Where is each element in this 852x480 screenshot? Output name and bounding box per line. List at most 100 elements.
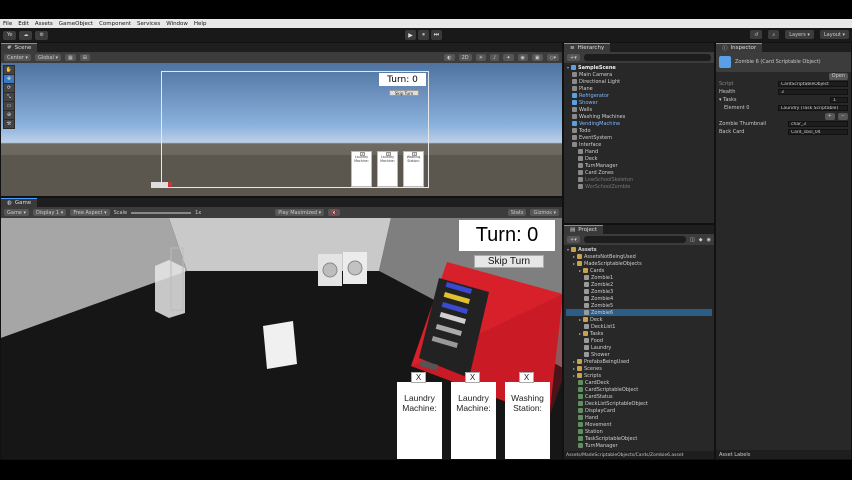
effects-toggle[interactable]: ✦ <box>503 54 514 61</box>
expand-arrow-icon[interactable]: ▸ <box>578 317 582 322</box>
gizmos-dropdown[interactable]: ◇▾ <box>546 54 559 61</box>
project-item[interactable]: Food <box>566 337 712 344</box>
menu-component[interactable]: Component <box>99 21 131 27</box>
project-item[interactable]: Zombie2 <box>566 281 712 288</box>
hierarchy-item[interactable]: Card Zones <box>566 169 712 176</box>
project-item[interactable]: ▸ Deck <box>566 316 712 323</box>
hidden-objects-toggle[interactable]: ◉ <box>517 54 528 61</box>
hierarchy-item[interactable]: Refrigerator <box>566 92 712 99</box>
menu-file[interactable]: File <box>3 21 12 27</box>
grid-snap-button[interactable]: ▦ <box>65 54 76 61</box>
project-item[interactable]: Zombie1 <box>566 274 712 281</box>
menu-services[interactable]: Services <box>137 21 160 27</box>
hierarchy-item[interactable]: Main Camera <box>566 71 712 78</box>
scene-card-close[interactable]: X <box>412 152 417 156</box>
project-item[interactable]: Station <box>566 428 712 435</box>
scene-card-1[interactable]: X Laundry Machine: <box>351 151 372 187</box>
expand-arrow-icon[interactable]: ▸ <box>572 366 576 371</box>
hierarchy-item[interactable]: WorSchoolZombie <box>566 183 712 190</box>
menu-edit[interactable]: Edit <box>18 21 29 27</box>
history-icon[interactable]: ↺ <box>750 30 763 39</box>
display-dropdown[interactable]: Display 1 ▾ <box>33 209 67 216</box>
thumbnail-field[interactable]: char_3 <box>788 121 848 127</box>
health-field[interactable]: 3 <box>778 89 848 95</box>
tab-inspector[interactable]: ⓘ Inspector <box>716 43 763 52</box>
project-item[interactable]: DeckList1 <box>566 323 712 330</box>
tab-project[interactable]: ▤ Project <box>564 225 604 234</box>
card-close-button[interactable]: X <box>465 372 480 383</box>
tab-game[interactable]: ◍ Game <box>1 198 38 207</box>
element0-field[interactable]: Laundry (Task Scriptable) <box>778 105 848 111</box>
project-item[interactable]: ▸ AssetsNotBeingUsed <box>566 253 712 260</box>
create-asset-button[interactable]: +▾ <box>567 236 580 243</box>
tasks-row[interactable]: ▾ Tasks 1 <box>716 96 851 104</box>
expand-arrow-icon[interactable]: ▸ <box>578 268 582 273</box>
hierarchy-item[interactable]: VendingMachine <box>566 120 712 127</box>
project-search-input[interactable] <box>583 236 687 243</box>
game-viewport[interactable]: Turn: 0 Skip Turn X Laundry Machine: X Lau… <box>1 218 562 459</box>
gizmos-button[interactable]: Gizmos ▾ <box>530 209 559 216</box>
layout-dropdown[interactable]: Layout ▾ <box>819 30 849 39</box>
expand-arrow-icon[interactable]: ▸ <box>572 359 576 364</box>
layers-dropdown[interactable]: Layers ▾ <box>785 30 814 39</box>
menu-window[interactable]: Window <box>166 21 188 27</box>
project-item[interactable]: Zombie6 <box>566 309 712 316</box>
menu-help[interactable]: Help <box>194 21 207 27</box>
hierarchy-item[interactable]: Deck <box>566 155 712 162</box>
project-item[interactable]: Zombie4 <box>566 295 712 302</box>
scene-card-3[interactable]: X Washing Station: <box>403 151 424 187</box>
project-item[interactable]: CardStatus <box>566 393 712 400</box>
aspect-dropdown[interactable]: Free Aspect ▾ <box>70 209 110 216</box>
project-item[interactable]: Zombie3 <box>566 288 712 295</box>
project-item[interactable]: Zombie5 <box>566 302 712 309</box>
skip-turn-button[interactable]: Skip Turn <box>474 255 544 268</box>
project-item[interactable]: Movement <box>566 421 712 428</box>
pivot-dropdown[interactable]: Center ▾ <box>4 54 31 61</box>
project-item[interactable]: Shower <box>566 351 712 358</box>
search-icon[interactable]: ⌕ <box>768 30 780 39</box>
hierarchy-item[interactable]: Hand <box>566 148 712 155</box>
tab-scene[interactable]: # Scene <box>1 43 38 52</box>
expand-arrow-icon[interactable]: ▸ <box>578 331 582 336</box>
card-laundry-machine-2[interactable]: X Laundry Machine: <box>451 372 496 459</box>
snap-increment-button[interactable]: ⊞ <box>79 54 90 61</box>
pause-button[interactable]: ⏸ <box>418 30 429 40</box>
hierarchy-item[interactable]: Todo <box>566 127 712 134</box>
expand-arrow-icon[interactable]: ▸ <box>572 261 576 266</box>
step-button[interactable]: ⏭ <box>431 30 442 40</box>
card-laundry-machine-1[interactable]: X Laundry Machine: <box>397 372 442 459</box>
hierarchy-item[interactable]: Interface <box>566 141 712 148</box>
project-item[interactable]: TaskScriptableObject <box>566 435 712 442</box>
scene-root[interactable]: ▾ SampleScene <box>566 64 712 71</box>
project-item[interactable]: Hand <box>566 414 712 421</box>
scene-card-close[interactable]: X <box>360 152 365 156</box>
mute-audio-icon[interactable]: 🔇 <box>328 209 341 216</box>
project-item[interactable]: CardDeck <box>566 379 712 386</box>
play-button[interactable]: ▶ <box>405 30 416 40</box>
add-element-button[interactable]: + <box>824 112 835 120</box>
project-item[interactable]: ▸ PrefabsBeingUsed <box>566 358 712 365</box>
filter-icon[interactable]: ◫ <box>690 237 695 243</box>
stats-button[interactable]: Stats <box>507 209 527 216</box>
expand-arrow-icon[interactable]: ▾ <box>566 247 570 252</box>
project-item[interactable]: ▸ Cards <box>566 267 712 274</box>
asset-labels-bar[interactable]: Asset Labels <box>716 450 851 459</box>
project-item[interactable]: ▸ MadeScriptableObjects <box>566 260 712 267</box>
hierarchy-item[interactable]: Plane <box>566 85 712 92</box>
hierarchy-search-input[interactable] <box>583 54 711 61</box>
project-item[interactable]: ▸ Scenes <box>566 365 712 372</box>
scene-skip-turn-button[interactable]: Skip Turn <box>389 90 419 96</box>
cloud-icon[interactable]: ☁ <box>19 30 33 40</box>
hierarchy-item[interactable]: LowSchoolSkeleton <box>566 176 712 183</box>
tasks-count-field[interactable]: 1 <box>830 97 848 103</box>
scene-card-2[interactable]: X Laundry Machine: <box>377 151 398 187</box>
scene-camera-button[interactable]: ▣ <box>531 54 543 61</box>
hierarchy-item[interactable]: Directional Light <box>566 78 712 85</box>
settings-icon[interactable]: ⚙ <box>35 30 48 40</box>
project-item[interactable]: ▸ Scripts <box>566 372 712 379</box>
audio-toggle[interactable]: ♪ <box>490 54 500 61</box>
remove-element-button[interactable]: − <box>837 112 848 120</box>
project-root[interactable]: ▾ Assets <box>566 246 712 253</box>
eye-icon[interactable]: ◉ <box>707 237 711 243</box>
hierarchy-item[interactable]: TurnManager <box>566 162 712 169</box>
